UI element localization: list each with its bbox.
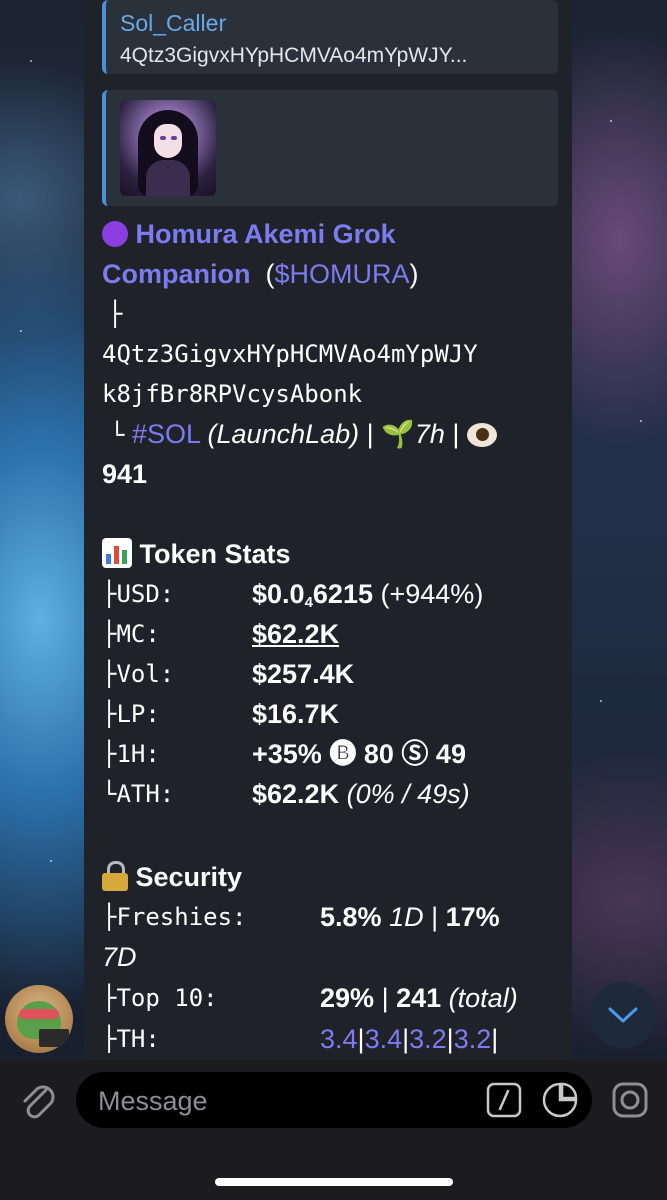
lock-icon	[102, 861, 128, 891]
paperclip-icon[interactable]	[16, 1078, 60, 1122]
preview-thumbnail[interactable]	[120, 100, 216, 196]
seedling-icon: 🌱	[381, 419, 415, 450]
token-ticker[interactable]: $HOMURA	[275, 259, 410, 289]
sells-icon: Ⓢ	[401, 739, 429, 770]
th-value[interactable]: 3.4	[365, 1024, 403, 1054]
security-heading-row: Security	[102, 857, 242, 897]
sticker-icon[interactable]	[540, 1080, 580, 1120]
purple-circle-icon	[102, 221, 128, 247]
tree-branch: ├	[108, 300, 123, 328]
buys-icon: 🅑	[329, 739, 357, 770]
chain-line: └ #SOL (LaunchLab) | 🌱7h |	[110, 414, 497, 455]
th-value[interactable]: 3.4	[320, 1024, 358, 1054]
composer-bar: Message	[0, 1060, 667, 1200]
th-value[interactable]: 3.2	[409, 1024, 447, 1054]
token-address-2[interactable]: k8jfBr8RPVcysAbonk	[102, 374, 362, 414]
launchpad: (LaunchLab)	[207, 419, 360, 449]
token-title-line1: Homura Akemi Grok	[102, 214, 396, 254]
token-name[interactable]: Homura Akemi Grok	[136, 219, 396, 249]
link-preview[interactable]	[102, 90, 558, 206]
chain-hashtag[interactable]: #SOL	[132, 419, 200, 449]
message-input[interactable]: Message	[76, 1072, 592, 1128]
quote-preview: 4Qtz3GigvxHYpHCMVAo4mYpWJY...	[120, 44, 468, 67]
token-title-line2: Companion ($HOMURA)	[102, 259, 419, 289]
eye-icon	[466, 423, 497, 447]
stats-heading: Token Stats	[139, 539, 291, 569]
token-age: 7h	[414, 419, 445, 449]
message-placeholder: Message	[98, 1086, 208, 1116]
scroll-down-button[interactable]	[590, 982, 656, 1048]
mc-link[interactable]: $62.2K	[252, 614, 339, 654]
view-count: 941	[102, 459, 148, 489]
message-bubble[interactable]: Sol_Caller 4Qtz3GigvxHYpHCMVAo4mYpWJY...…	[84, 0, 572, 1060]
stats-heading-row: Token Stats	[102, 534, 291, 574]
reply-quote[interactable]: Sol_Caller 4Qtz3GigvxHYpHCMVAo4mYpWJY...	[102, 0, 558, 74]
token-name-cont[interactable]: Companion	[102, 259, 251, 289]
th-value[interactable]: 3.2	[454, 1024, 492, 1054]
sender-avatar[interactable]	[5, 985, 73, 1053]
bar-chart-icon	[102, 538, 132, 568]
freshies-7d-label: 7D	[102, 942, 137, 972]
camera-icon[interactable]	[608, 1078, 652, 1122]
chevron-down-icon	[608, 1007, 638, 1023]
slash-command-icon[interactable]	[486, 1082, 522, 1118]
home-indicator	[215, 1178, 453, 1186]
quote-sender: Sol_Caller	[120, 10, 227, 36]
security-heading: Security	[135, 862, 243, 892]
token-address-1[interactable]: 4Qtz3GigvxHYpHCMVAo4mYpWJY	[102, 334, 478, 374]
